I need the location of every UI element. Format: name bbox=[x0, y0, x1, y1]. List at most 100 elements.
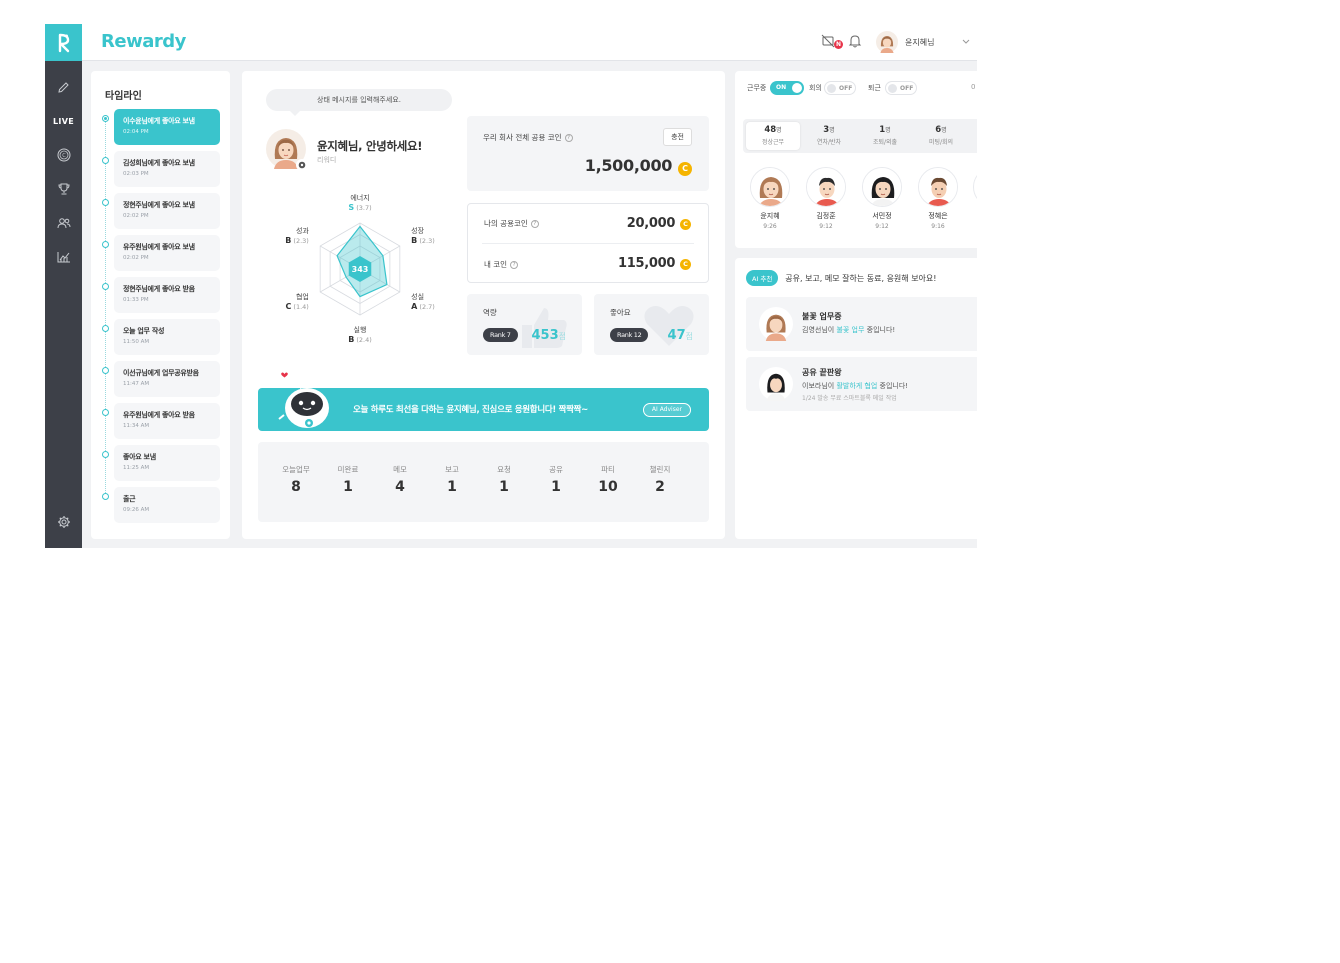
status-toggle[interactable]: OFF bbox=[824, 81, 856, 95]
radar-grade: B (2.3) bbox=[285, 236, 309, 245]
ai-adviser-button[interactable]: AI Adviser bbox=[642, 403, 691, 417]
pencil-icon[interactable] bbox=[45, 76, 82, 98]
ability-rank-box[interactable]: 역량 Rank 7 453점 bbox=[467, 294, 582, 355]
attendance-tab[interactable]: 48명정상근무 bbox=[746, 122, 800, 150]
radar-grade: C (1.4) bbox=[285, 302, 308, 311]
trophy-icon[interactable] bbox=[45, 178, 82, 200]
recommend-sub: 1/24 발송 무료 스마트블록 메일 작업 bbox=[802, 395, 897, 402]
chevron-down-icon[interactable] bbox=[962, 39, 970, 45]
radar-axis-label: 협업 bbox=[296, 292, 309, 301]
user-menu[interactable]: 윤지혜님 bbox=[876, 31, 970, 53]
coin-icon[interactable]: C bbox=[45, 144, 82, 166]
timeline-dot bbox=[102, 241, 109, 248]
toggle-state: OFF bbox=[900, 85, 914, 92]
timeline-item[interactable]: 정현주님에게 좋아요 보냄 02:02 PM bbox=[114, 193, 220, 229]
gear-icon[interactable] bbox=[45, 511, 82, 533]
colleague-time: 9:12 bbox=[875, 223, 889, 230]
stat-item[interactable]: 메모 4 bbox=[374, 464, 426, 495]
company-coin-box: 우리 회사 전체 공용 코인? 충전 1,500,000 C bbox=[467, 116, 709, 191]
brand-logo[interactable]: Rewardy bbox=[101, 31, 186, 52]
attendance-count: 48 bbox=[764, 125, 777, 135]
timeline-item[interactable]: 이수윤님에게 좋아요 보냄 02:04 PM bbox=[114, 109, 220, 145]
profile-settings-icon[interactable] bbox=[296, 159, 308, 171]
recommend-desc: 이보라님이 활발하게 협업 중입니다! bbox=[802, 382, 909, 390]
timeline-item[interactable]: 출근 09:26 AM bbox=[114, 487, 220, 523]
recommend-card[interactable]: 공유 끝판왕 이보라님이 활발하게 협업 중입니다! 1/24 발송 무료 스마… bbox=[746, 357, 977, 411]
timeline-title: 타임라인 bbox=[105, 91, 142, 102]
help-icon[interactable]: ? bbox=[530, 219, 539, 228]
timeline-text: 출근 bbox=[123, 495, 136, 503]
colleague-more-avatar[interactable] bbox=[973, 167, 977, 207]
timeline-item[interactable]: 정현주님에게 좋아요 받음 01:33 PM bbox=[114, 277, 220, 313]
attendance-unit: 명 bbox=[776, 127, 782, 134]
app-window: LIVE C Rewardy N 윤지혜님 타임라인 이수윤님에게 좋아요 보냄… bbox=[45, 24, 977, 548]
charge-button[interactable]: 충전 bbox=[663, 128, 692, 146]
recommend-card[interactable]: 불꽃 업무중 김영선님이 불꽃 업무 중입니다! bbox=[746, 297, 977, 351]
attendance-tab[interactable]: 1명 조퇴/외출 bbox=[858, 122, 912, 150]
status-toggle[interactable]: ON bbox=[770, 81, 804, 95]
likes-rank-box[interactable]: 좋아요 Rank 12 47점 bbox=[594, 294, 709, 355]
timeline-text: 이수윤님에게 좋아요 보냄 bbox=[123, 117, 195, 125]
radar-center-score: 343 bbox=[352, 265, 369, 274]
stat-item[interactable]: 보고 1 bbox=[426, 464, 478, 495]
stat-value: 1 bbox=[447, 479, 457, 495]
stat-item[interactable]: 요청 1 bbox=[478, 464, 530, 495]
greeting: 윤지혜님, 안녕하세요! bbox=[317, 139, 423, 153]
attendance-unit: 명 bbox=[885, 127, 891, 134]
colleague-card[interactable]: 서민정 9:12 bbox=[860, 167, 904, 230]
attendance-label: 연차/반차 bbox=[816, 139, 842, 146]
people-icon[interactable] bbox=[45, 212, 82, 234]
likes-label: 좋아요 bbox=[610, 308, 631, 317]
timeline-time: 09:26 AM bbox=[123, 507, 150, 513]
status-message-input[interactable]: 상태 메시지를 입력해주세요. bbox=[266, 89, 452, 116]
colleague-card[interactable]: 윤지혜 9:26 bbox=[748, 167, 792, 230]
timeline-item[interactable]: 좋아요 보냄 11:25 AM bbox=[114, 445, 220, 481]
colleague-card[interactable]: 정혜은 9:16 bbox=[916, 167, 960, 230]
stat-item[interactable]: 파티 10 bbox=[582, 464, 634, 495]
attendance-panel: 근무중 ON 회의 OFF 퇴근 OFF 0 48명 정상근무 3명 연차/반차 1명 조퇴/외출 6… bbox=[735, 71, 977, 248]
help-icon[interactable]: ? bbox=[510, 260, 519, 269]
attendance-label: 정상근무 bbox=[761, 139, 785, 146]
bell-icon[interactable] bbox=[848, 34, 864, 50]
timeline-item[interactable]: 이선규님에게 업무공유받음 11:47 AM bbox=[114, 361, 220, 397]
attendance-tab[interactable]: 6명 미팅/회의 bbox=[914, 122, 968, 150]
chart-icon[interactable] bbox=[45, 246, 82, 268]
stat-label: 파티 bbox=[601, 465, 615, 474]
stat-item[interactable]: 공유 1 bbox=[530, 464, 582, 495]
timeline-dot bbox=[102, 283, 109, 290]
timeline-item[interactable]: 유주원님에게 좋아요 받음 11:34 AM bbox=[114, 403, 220, 439]
attendance-label: 미팅/회의 bbox=[928, 139, 954, 146]
radar-axis-label: 에너지 bbox=[350, 193, 369, 202]
ai-recommend-panel: AI 추천 공유, 보고, 메모 잘하는 동료, 응원해 보아요! 불꽃 업무중… bbox=[735, 258, 977, 539]
recommend-title: 불꽃 업무중 bbox=[802, 312, 842, 321]
notification-badge: N bbox=[834, 40, 843, 49]
stat-item[interactable]: 챌린지 2 bbox=[634, 464, 686, 495]
timeline-dot bbox=[102, 157, 109, 164]
live-menu[interactable]: LIVE bbox=[45, 110, 82, 132]
likes-points: 47 bbox=[667, 328, 686, 343]
help-icon[interactable]: ? bbox=[564, 133, 573, 142]
timeline-time: 11:34 AM bbox=[123, 423, 150, 429]
timeline-item[interactable]: 오늘 업무 작성 11:50 AM bbox=[114, 319, 220, 355]
brand-name: Rewardy bbox=[101, 31, 186, 52]
stat-label: 공유 bbox=[549, 465, 563, 474]
timeline-item[interactable]: 김성희님에게 좋아요 보냄 02:03 PM bbox=[114, 151, 220, 187]
timeline-item[interactable]: 유주원님에게 좋아요 보냄 02:02 PM bbox=[114, 235, 220, 271]
status-toggle[interactable]: OFF bbox=[885, 81, 917, 95]
timeline-time: 02:02 PM bbox=[123, 255, 149, 261]
likes-rank-badge: Rank 12 bbox=[610, 328, 649, 342]
ability-points: 453 bbox=[531, 328, 559, 343]
timeline-text: 이선규님에게 업무공유받음 bbox=[123, 369, 199, 377]
stat-item[interactable]: 오늘업무 8 bbox=[270, 464, 322, 495]
stat-value: 1 bbox=[343, 479, 353, 495]
stat-item[interactable]: 미완료 1 bbox=[322, 464, 374, 495]
profile-avatar[interactable] bbox=[266, 129, 308, 171]
attendance-tab[interactable]: 3명 연차/반차 bbox=[802, 122, 856, 150]
coin-icon: C bbox=[680, 259, 691, 270]
logo-icon[interactable] bbox=[45, 24, 82, 61]
coin-icon: C bbox=[678, 161, 692, 176]
colleague-card[interactable]: 김정훈 9:12 bbox=[804, 167, 848, 230]
timeline-text: 김성희님에게 좋아요 보냄 bbox=[123, 159, 195, 167]
coin-icon: C bbox=[680, 219, 691, 230]
attendance-unit: 명 bbox=[941, 127, 947, 134]
